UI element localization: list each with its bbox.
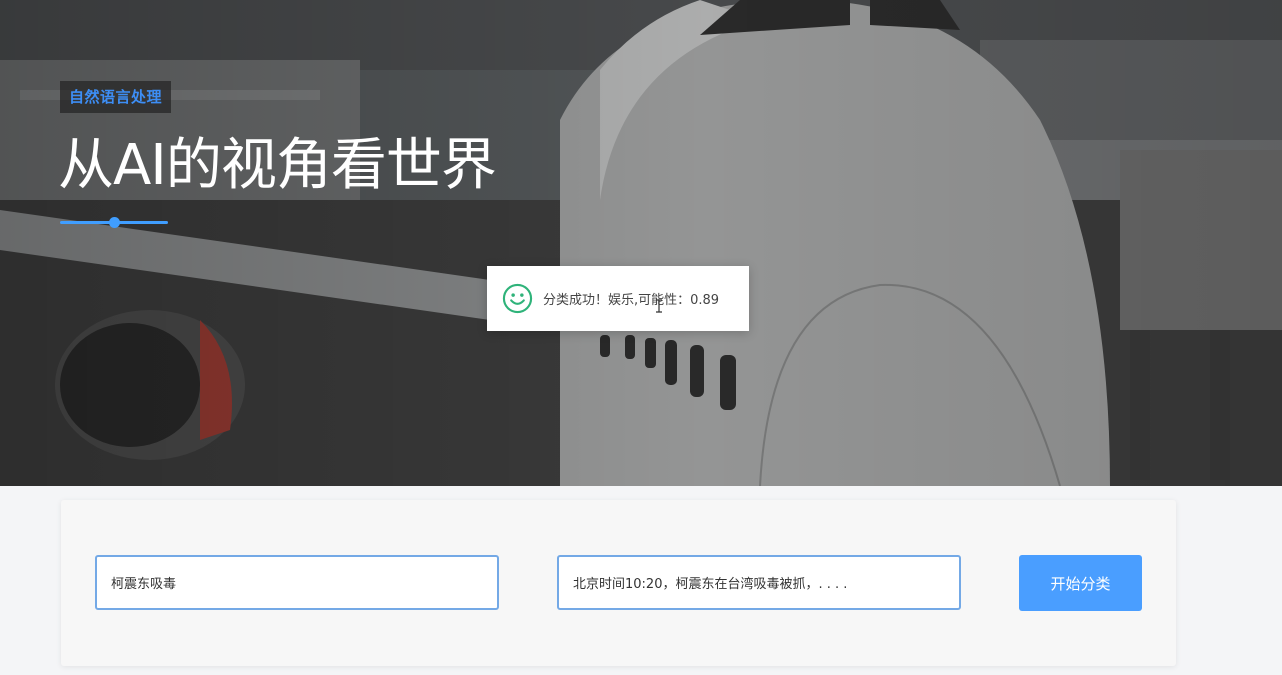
- title-input[interactable]: [95, 555, 499, 610]
- start-classify-button[interactable]: 开始分类: [1019, 555, 1142, 611]
- classification-result-toast: 分类成功！娱乐,可能性：0.89: [487, 266, 749, 331]
- toast-message: 分类成功！娱乐,可能性：0.89: [543, 293, 720, 308]
- hero-banner: 自然语言处理 从AI的视角看世界 分类成功！娱乐,可能性：0.89: [0, 0, 1282, 486]
- classification-form-panel: 开始分类: [61, 500, 1176, 666]
- hero-overlay: [0, 0, 1282, 486]
- title-underline-dot: [109, 217, 120, 228]
- text-cursor-icon: [656, 299, 662, 313]
- page-title: 从AI的视角看世界: [58, 133, 497, 198]
- content-input[interactable]: [557, 555, 961, 610]
- category-tag: 自然语言处理: [60, 81, 172, 113]
- smile-icon: [502, 283, 533, 314]
